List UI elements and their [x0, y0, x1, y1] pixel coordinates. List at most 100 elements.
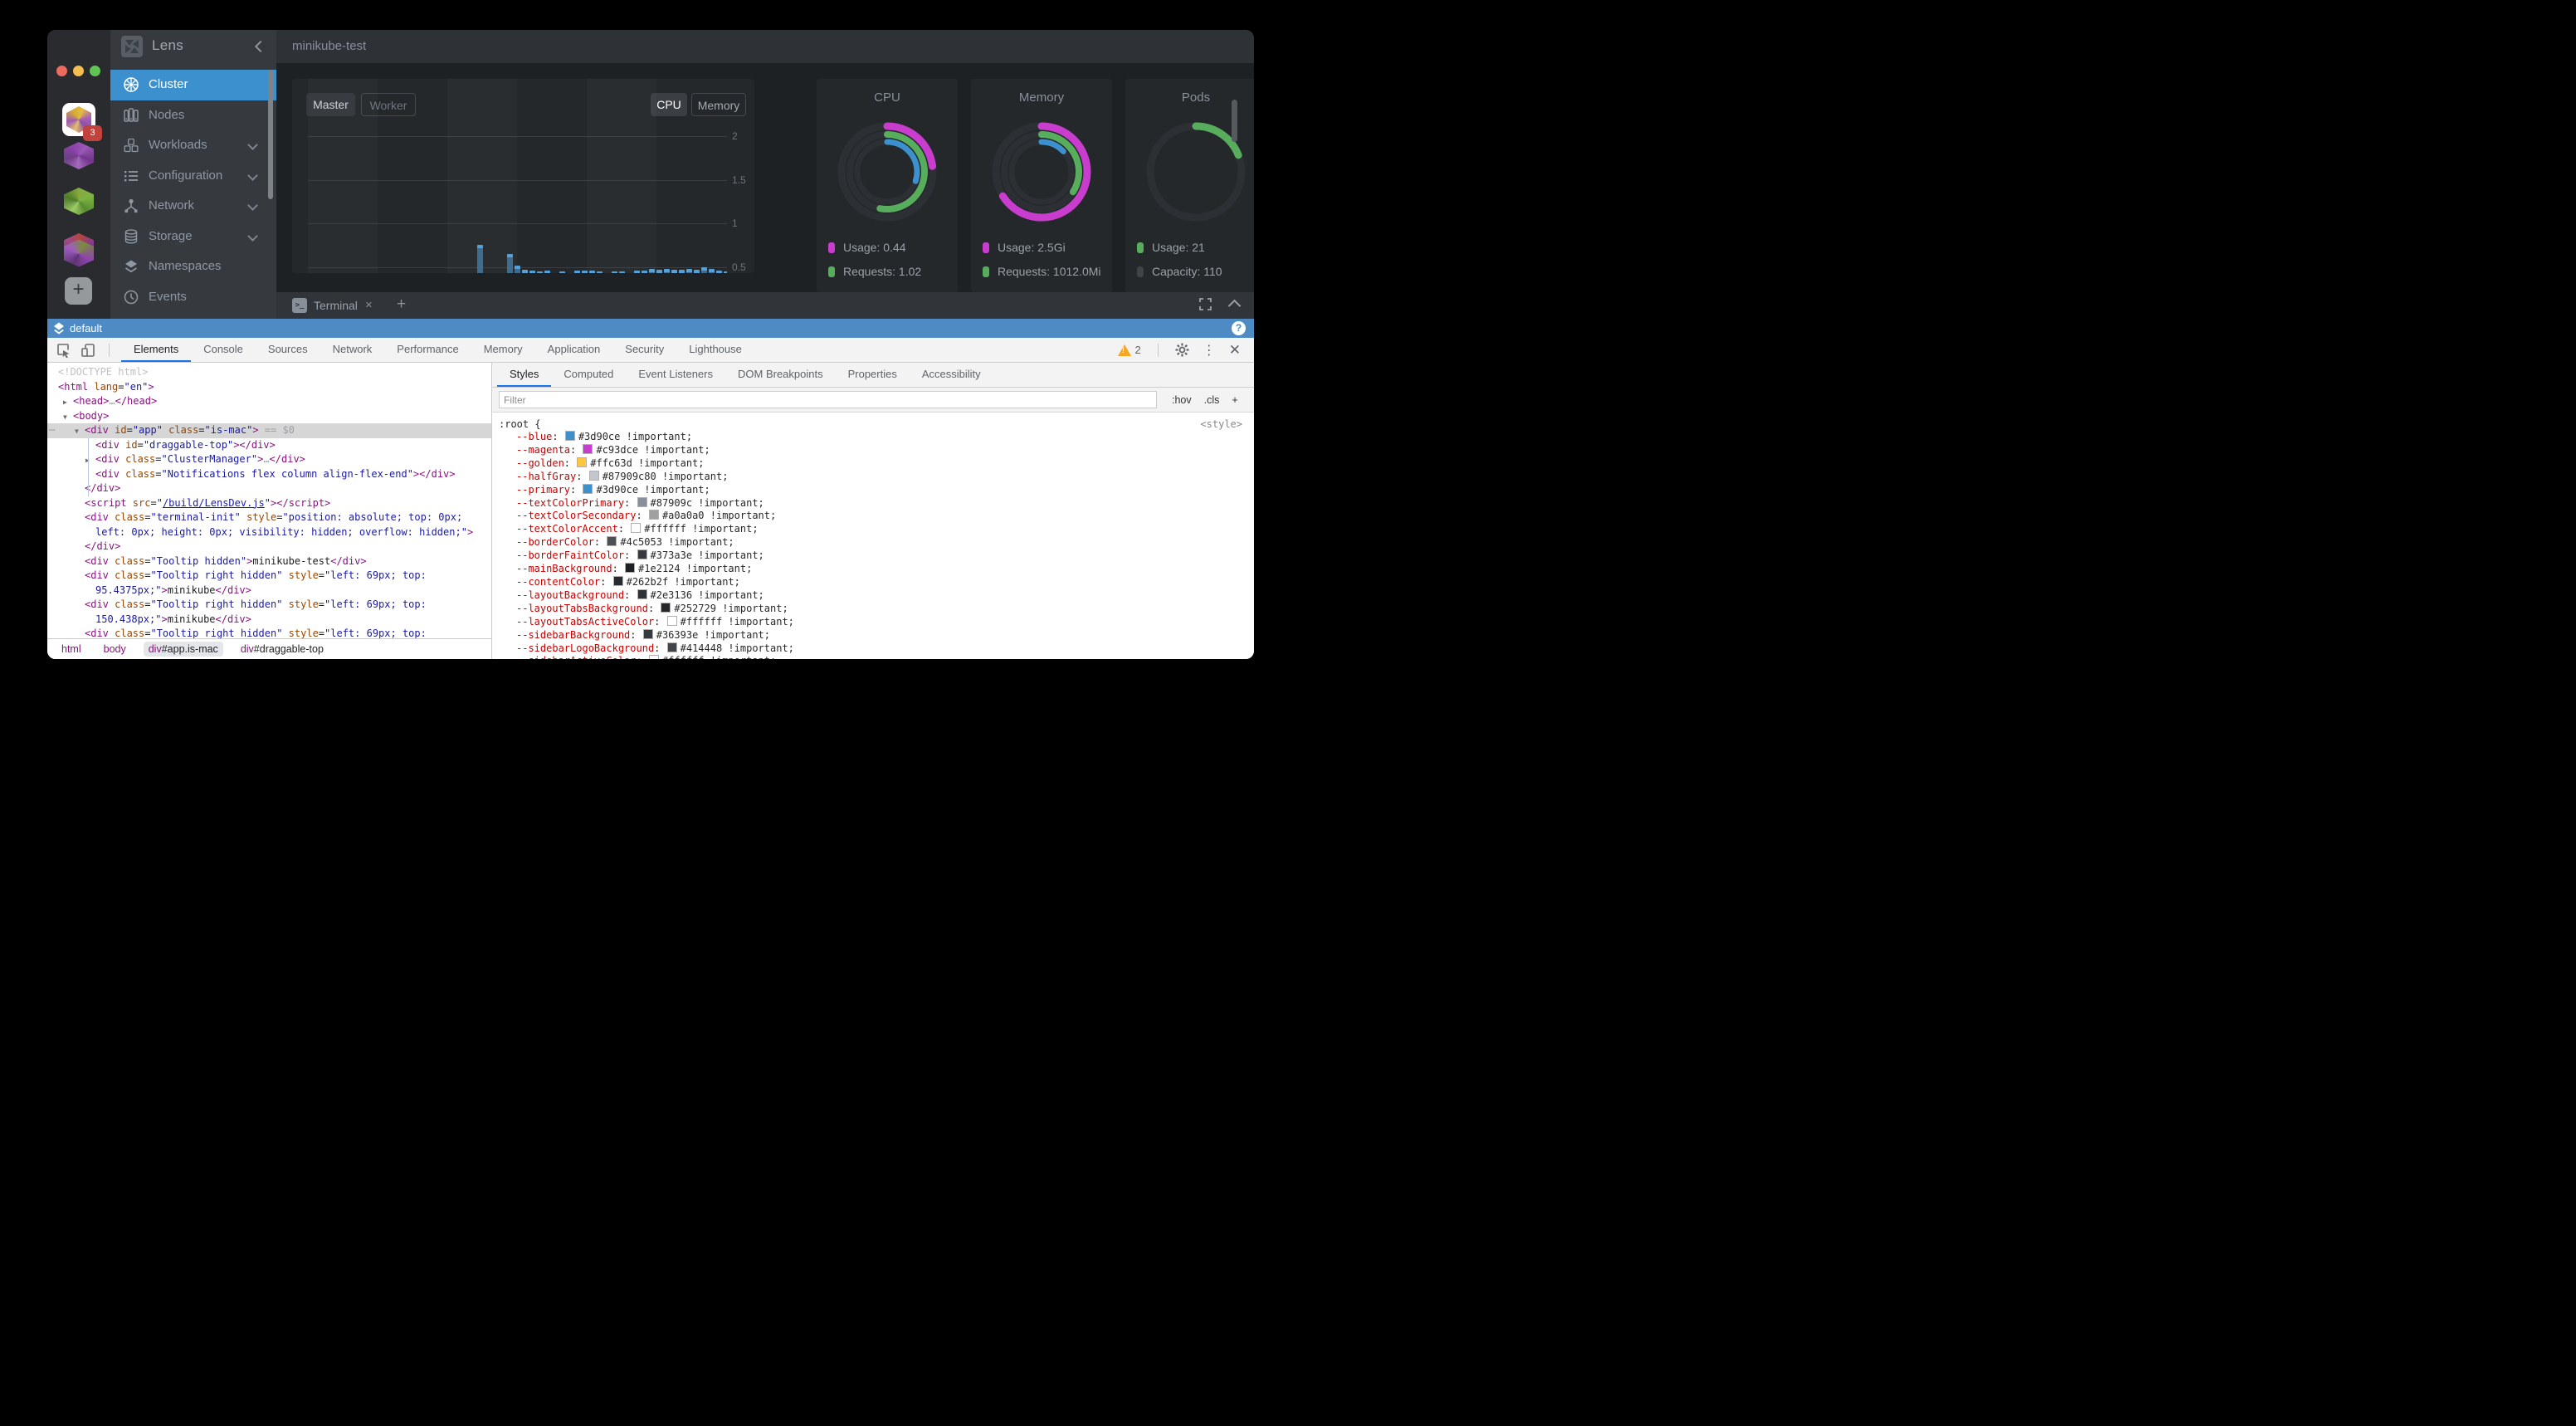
- breadcrumb-item[interactable]: div#app.is-mac: [144, 642, 223, 657]
- css-property[interactable]: --layoutBackground: #2e3136 !important;: [516, 589, 1254, 603]
- color-swatch[interactable]: [637, 589, 647, 599]
- css-property[interactable]: --blue: #3d90ce !important;: [516, 431, 1254, 444]
- dom-tree-line[interactable]: ▶<head>…</head>: [47, 394, 491, 409]
- sidebar-item-network[interactable]: Network: [110, 191, 276, 222]
- color-swatch[interactable]: [565, 431, 575, 441]
- toggle-hover-state[interactable]: :hov: [1172, 394, 1192, 406]
- color-swatch[interactable]: [649, 510, 659, 520]
- css-property[interactable]: --primary: #3d90ce !important;: [516, 484, 1254, 497]
- css-property[interactable]: --halfGray: #87909c80 !important;: [516, 471, 1254, 484]
- dom-tree-line[interactable]: ▼<body>: [47, 409, 491, 424]
- dom-tree-line[interactable]: <div id="draggable-top"></div>: [47, 438, 491, 453]
- new-style-rule-button[interactable]: +: [1232, 394, 1237, 406]
- dom-tree-line[interactable]: </div>: [47, 481, 491, 496]
- close-terminal-icon[interactable]: ×: [365, 298, 373, 312]
- color-swatch[interactable]: [667, 616, 677, 626]
- color-swatch[interactable]: [649, 655, 659, 659]
- cluster-item-3[interactable]: [64, 188, 94, 215]
- devtools-tab-console[interactable]: Console: [191, 338, 256, 362]
- sidebar-collapse-icon[interactable]: [255, 41, 266, 52]
- devtools-tab-elements[interactable]: Elements: [121, 338, 191, 362]
- gear-icon[interactable]: [1175, 343, 1189, 357]
- close-window-button[interactable]: [56, 66, 67, 76]
- dom-tree-line[interactable]: ⋯▼<div id="app" class="is-mac"> == $0: [47, 423, 491, 438]
- warnings-indicator[interactable]: 2: [1118, 344, 1141, 356]
- color-swatch[interactable]: [583, 484, 593, 494]
- chevron-up-icon[interactable]: [1228, 300, 1242, 313]
- color-swatch[interactable]: [667, 642, 677, 652]
- color-swatch[interactable]: [637, 549, 647, 559]
- color-swatch[interactable]: [643, 629, 653, 639]
- chevron-down-icon[interactable]: [247, 231, 258, 242]
- dom-tree-line[interactable]: </div>: [47, 540, 491, 554]
- stylesheet-link[interactable]: <style>: [1200, 418, 1242, 431]
- sidebar-item-workloads[interactable]: Workloads: [110, 130, 276, 161]
- sidebar-scrollbar[interactable]: [268, 70, 273, 199]
- dom-tree-line[interactable]: ▶<div class="ClusterManager">…</div>: [47, 452, 491, 467]
- css-property[interactable]: --layoutTabsActiveColor: #ffffff !import…: [516, 616, 1254, 629]
- styles-tab-dom-breakpoints[interactable]: DOM Breakpoints: [725, 363, 836, 387]
- css-property[interactable]: --magenta: #c93dce !important;: [516, 444, 1254, 457]
- color-swatch[interactable]: [625, 563, 635, 573]
- sidebar-item-namespaces[interactable]: Namespaces: [110, 252, 276, 282]
- css-property[interactable]: --textColorSecondary: #a0a0a0 !important…: [516, 510, 1254, 523]
- terminal-tab[interactable]: Terminal: [314, 299, 358, 312]
- css-property[interactable]: --contentColor: #262b2f !important;: [516, 576, 1254, 589]
- expanded-arrow-icon[interactable]: ▼: [63, 410, 67, 425]
- css-property[interactable]: --borderFaintColor: #373a3e !important;: [516, 549, 1254, 563]
- collapsed-arrow-icon[interactable]: ▶: [63, 395, 67, 410]
- sidebar-item-storage[interactable]: Storage: [110, 222, 276, 252]
- styles-tab-computed[interactable]: Computed: [551, 363, 626, 387]
- devtools-tab-sources[interactable]: Sources: [256, 338, 320, 362]
- styles-tab-event-listeners[interactable]: Event Listeners: [626, 363, 725, 387]
- css-property[interactable]: --borderColor: #4c5053 !important;: [516, 536, 1254, 549]
- close-devtools-icon[interactable]: ✕: [1229, 342, 1241, 359]
- minimize-window-button[interactable]: [73, 66, 84, 76]
- css-property[interactable]: --sidebarActiveColor: #ffffff !important…: [516, 655, 1254, 659]
- devtools-tab-application[interactable]: Application: [535, 338, 613, 362]
- css-property[interactable]: --mainBackground: #1e2124 !important;: [516, 563, 1254, 576]
- dom-tree-line[interactable]: <div class="Notifications flex column al…: [47, 467, 491, 482]
- color-swatch[interactable]: [583, 444, 593, 454]
- inspect-element-icon[interactable]: [56, 343, 71, 358]
- color-swatch[interactable]: [607, 536, 617, 546]
- fullscreen-icon[interactable]: [1199, 298, 1212, 310]
- dom-tree-line[interactable]: <html lang="en">: [47, 380, 491, 395]
- css-property[interactable]: --textColorAccent: #ffffff !important;: [516, 523, 1254, 536]
- help-icon[interactable]: ?: [1232, 321, 1246, 335]
- devtools-tab-performance[interactable]: Performance: [384, 338, 471, 362]
- dom-tree-line[interactable]: left: 0px; height: 0px; visibility: hidd…: [47, 525, 491, 540]
- toggle-classes[interactable]: .cls: [1204, 394, 1220, 406]
- css-property[interactable]: --layoutTabsBackground: #252729 !importa…: [516, 603, 1254, 616]
- sidebar-item-configuration[interactable]: Configuration: [110, 161, 276, 192]
- devtools-tab-memory[interactable]: Memory: [471, 338, 535, 362]
- chevron-down-icon[interactable]: [247, 170, 258, 181]
- css-property[interactable]: --golden: #ffc63d !important;: [516, 457, 1254, 471]
- add-terminal-icon[interactable]: +: [397, 295, 406, 314]
- sidebar-item-events[interactable]: Events: [110, 282, 276, 313]
- dom-tree-line[interactable]: <!DOCTYPE html>: [47, 365, 491, 380]
- devtools-tab-network[interactable]: Network: [320, 338, 385, 362]
- color-swatch[interactable]: [637, 497, 647, 507]
- css-property[interactable]: --sidebarBackground: #36393e !important;: [516, 629, 1254, 642]
- breadcrumb-item[interactable]: body: [99, 642, 131, 657]
- dom-tree-line[interactable]: 95.4375px;">minikube</div>: [47, 584, 491, 598]
- chevron-down-icon[interactable]: [247, 139, 258, 150]
- dom-tree-line[interactable]: <div class="Tooltip right hidden" style=…: [47, 598, 491, 613]
- breadcrumb-item[interactable]: div#draggable-top: [236, 642, 329, 657]
- styles-tab-properties[interactable]: Properties: [836, 363, 910, 387]
- color-swatch[interactable]: [661, 603, 671, 613]
- zoom-window-button[interactable]: [90, 66, 100, 76]
- dom-tree-line[interactable]: <script src="/build/LensDev.js"></script…: [47, 496, 491, 511]
- css-property[interactable]: --sidebarLogoBackground: #414448 !import…: [516, 642, 1254, 656]
- css-selector[interactable]: :root {: [499, 418, 541, 430]
- color-swatch[interactable]: [589, 471, 599, 481]
- sidebar-item-nodes[interactable]: Nodes: [110, 100, 276, 131]
- color-swatch[interactable]: [631, 523, 641, 533]
- styles-filter-input[interactable]: [499, 391, 1157, 408]
- add-cluster-button[interactable]: +: [65, 277, 92, 305]
- styles-tab-styles[interactable]: Styles: [497, 363, 551, 387]
- device-toolbar-icon[interactable]: [80, 343, 95, 358]
- kebab-menu-icon[interactable]: ⋮: [1203, 342, 1216, 359]
- dom-tree-line[interactable]: 150.438px;">minikube</div>: [47, 613, 491, 628]
